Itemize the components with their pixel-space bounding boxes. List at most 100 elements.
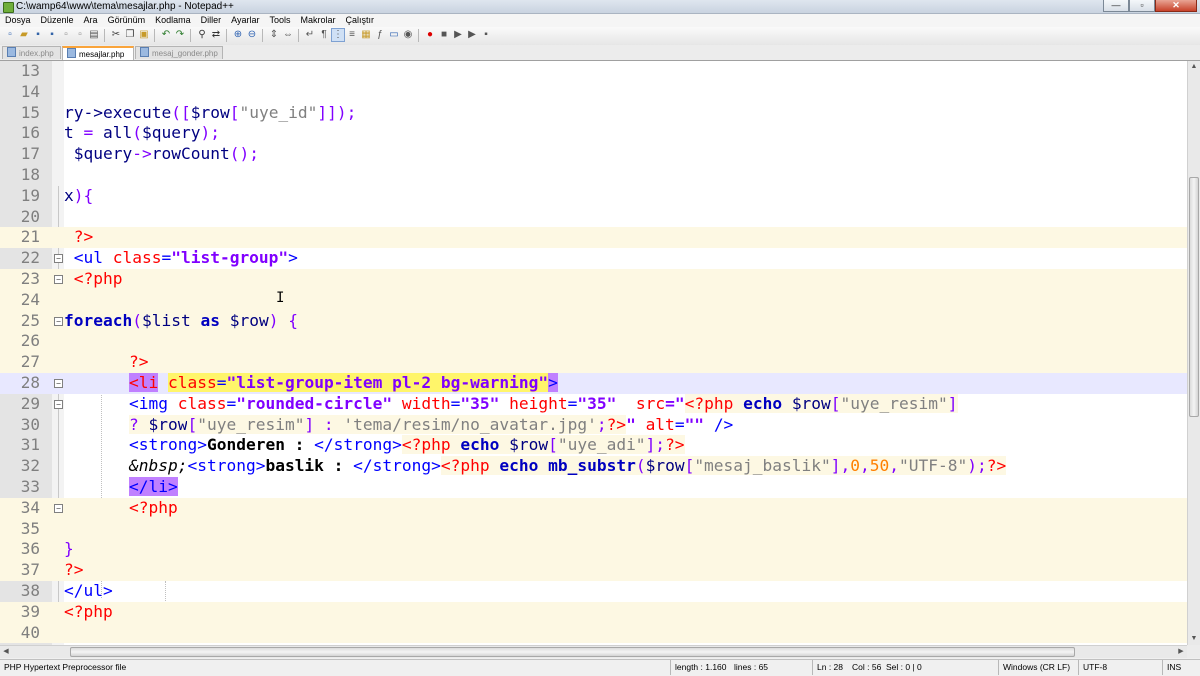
horizontal-scrollbar[interactable]: ◀ ▶	[0, 645, 1187, 658]
code-line: 21 ?>	[0, 227, 1187, 249]
document-map-icon[interactable]: ▦	[360, 29, 372, 41]
menu-calistir[interactable]: Çalıştır	[341, 14, 380, 27]
code-editor[interactable]: 13 14 15 ry->execute([$row["uye_id"]]); …	[0, 61, 1187, 645]
toolbar: ▫ ▰ ▪ ▪ ▫ ▫ ▤ ✂ ❐ ▣ ↶ ↷ ⚲ ⇄ ⊕ ⊖ ⇕ ⇔ ↵ ¶ …	[0, 27, 1200, 46]
line-number: 40	[20, 622, 40, 642]
vertical-scrollbar[interactable]: ▲ ▼	[1187, 61, 1200, 645]
code-line: 23 − <?php	[0, 269, 1187, 290]
code-line: 20	[0, 207, 1187, 228]
line-number: 16	[20, 123, 40, 143]
find-icon[interactable]: ⚲	[196, 29, 208, 41]
tab-label: mesaj_gonder.php	[152, 49, 218, 58]
save-macro-icon[interactable]: ▪	[480, 29, 492, 41]
play-macro-icon[interactable]: ▶	[452, 29, 464, 41]
fold-toggle-icon[interactable]: −	[54, 399, 63, 409]
status-file-type: PHP Hypertext Preprocessor file	[4, 662, 127, 672]
fold-toggle-icon[interactable]: −	[54, 316, 63, 326]
fold-toggle-icon[interactable]: −	[54, 503, 63, 513]
redo-icon[interactable]: ↷	[174, 29, 186, 41]
scroll-left-icon[interactable]: ◀	[0, 647, 12, 657]
menu-tools[interactable]: Tools	[265, 14, 296, 27]
word-wrap-icon[interactable]: ↵	[304, 29, 316, 41]
show-all-chars-icon[interactable]: ¶	[318, 29, 330, 41]
close-button[interactable]: ✕	[1155, 0, 1197, 12]
line-number: 30	[20, 414, 40, 434]
menu-gorunum[interactable]: Görünüm	[103, 14, 151, 27]
mouse-ibeam-cursor-icon: I	[276, 290, 285, 306]
function-list-icon[interactable]: ƒ	[374, 29, 386, 41]
folder-workspace-icon[interactable]: ▭	[388, 29, 400, 41]
close-all-icon[interactable]: ▫	[74, 29, 86, 41]
monitoring-icon[interactable]: ◉	[402, 29, 414, 41]
scroll-up-icon[interactable]: ▲	[1189, 61, 1199, 73]
vertical-scroll-thumb[interactable]	[1189, 177, 1199, 417]
menu-makrolar[interactable]: Makrolar	[296, 14, 341, 27]
menu-diller[interactable]: Diller	[196, 14, 227, 27]
print-icon[interactable]: ▤	[88, 29, 100, 41]
code-line: 27 ?>	[0, 352, 1187, 373]
line-number: 33	[20, 477, 40, 496]
line-number: 24	[20, 289, 40, 309]
zoom-out-icon[interactable]: ⊖	[246, 29, 258, 41]
code-line: 40	[0, 622, 1187, 644]
cut-icon[interactable]: ✂	[110, 29, 122, 41]
code-line: 37 ?>	[0, 560, 1187, 581]
code-line: 33 </li>	[0, 477, 1187, 498]
indent-guide-icon[interactable]: ⋮	[331, 28, 345, 42]
sync-horizontal-icon[interactable]: ⇔	[282, 29, 294, 41]
menu-ara[interactable]: Ara	[79, 14, 103, 27]
code-text: ? $row["uye_resim"] : 'tema/resim/no_ava…	[129, 414, 734, 434]
tab-index-php[interactable]: index.php×	[2, 46, 61, 72]
code-line: 25 − foreach($list as $row) {	[0, 310, 1187, 332]
fold-toggle-icon[interactable]: −	[54, 275, 63, 284]
code-line: 31 <strong>Gonderen : </strong><?php ech…	[0, 435, 1187, 456]
tab-label: mesajlar.php	[79, 50, 125, 59]
line-number: 22	[20, 248, 40, 268]
zoom-in-icon[interactable]: ⊕	[232, 29, 244, 41]
line-number: 29	[20, 393, 40, 413]
record-macro-icon[interactable]: ●	[424, 29, 436, 41]
scroll-down-icon[interactable]: ▼	[1189, 633, 1199, 645]
tab-mesaj-gonder-php[interactable]: mesaj_gonder.php×	[135, 46, 223, 72]
scrollbar-corner	[1187, 645, 1200, 658]
toolbar-separator	[190, 29, 191, 42]
copy-icon[interactable]: ❐	[124, 29, 136, 41]
line-number: 38	[20, 581, 40, 600]
tab-mesajlar-php[interactable]: mesajlar.php×	[62, 46, 134, 71]
line-number: 27	[20, 352, 40, 372]
line-number: 25	[20, 310, 40, 330]
stop-macro-icon[interactable]: ■	[438, 29, 450, 41]
save-icon[interactable]: ▪	[32, 29, 44, 41]
run-macro-multiple-icon[interactable]: ▶	[466, 29, 478, 41]
menu-bar: Dosya Düzenle Ara Görünüm Kodlama Diller…	[0, 14, 1200, 27]
menu-dosya[interactable]: Dosya	[0, 14, 36, 27]
toolbar-separator	[154, 29, 155, 42]
sync-vertical-icon[interactable]: ⇕	[268, 29, 280, 41]
maximize-button[interactable]: ▫	[1129, 0, 1155, 12]
fold-toggle-icon[interactable]: −	[54, 254, 63, 264]
file-icon	[7, 47, 16, 57]
minimize-button[interactable]: —	[1103, 0, 1129, 12]
code-line: 13	[0, 61, 1187, 82]
line-number: 20	[20, 206, 40, 226]
line-number: 37	[20, 560, 40, 580]
fold-toggle-icon[interactable]: −	[54, 379, 63, 388]
open-file-icon[interactable]: ▰	[18, 29, 30, 41]
line-number: 31	[20, 435, 40, 455]
menu-kodlama[interactable]: Kodlama	[150, 14, 196, 27]
language-icon[interactable]: ≡	[346, 29, 358, 41]
paste-icon[interactable]: ▣	[138, 29, 150, 41]
code-line: 35	[0, 518, 1187, 540]
close-file-icon[interactable]: ▫	[60, 29, 72, 41]
menu-ayarlar[interactable]: Ayarlar	[226, 14, 264, 27]
horizontal-scroll-thumb[interactable]	[70, 647, 1075, 657]
code-line: 15 ry->execute([$row["uye_id"]]);	[0, 103, 1187, 124]
save-all-icon[interactable]: ▪	[46, 29, 58, 41]
scroll-right-icon[interactable]: ▶	[1175, 647, 1187, 657]
status-eol: Windows (CR LF)	[998, 660, 1074, 675]
undo-icon[interactable]: ↶	[160, 29, 172, 41]
new-file-icon[interactable]: ▫	[4, 29, 16, 41]
menu-duzenle[interactable]: Düzenle	[36, 14, 79, 27]
line-number: 36	[20, 539, 40, 559]
replace-icon[interactable]: ⇄	[210, 29, 222, 41]
